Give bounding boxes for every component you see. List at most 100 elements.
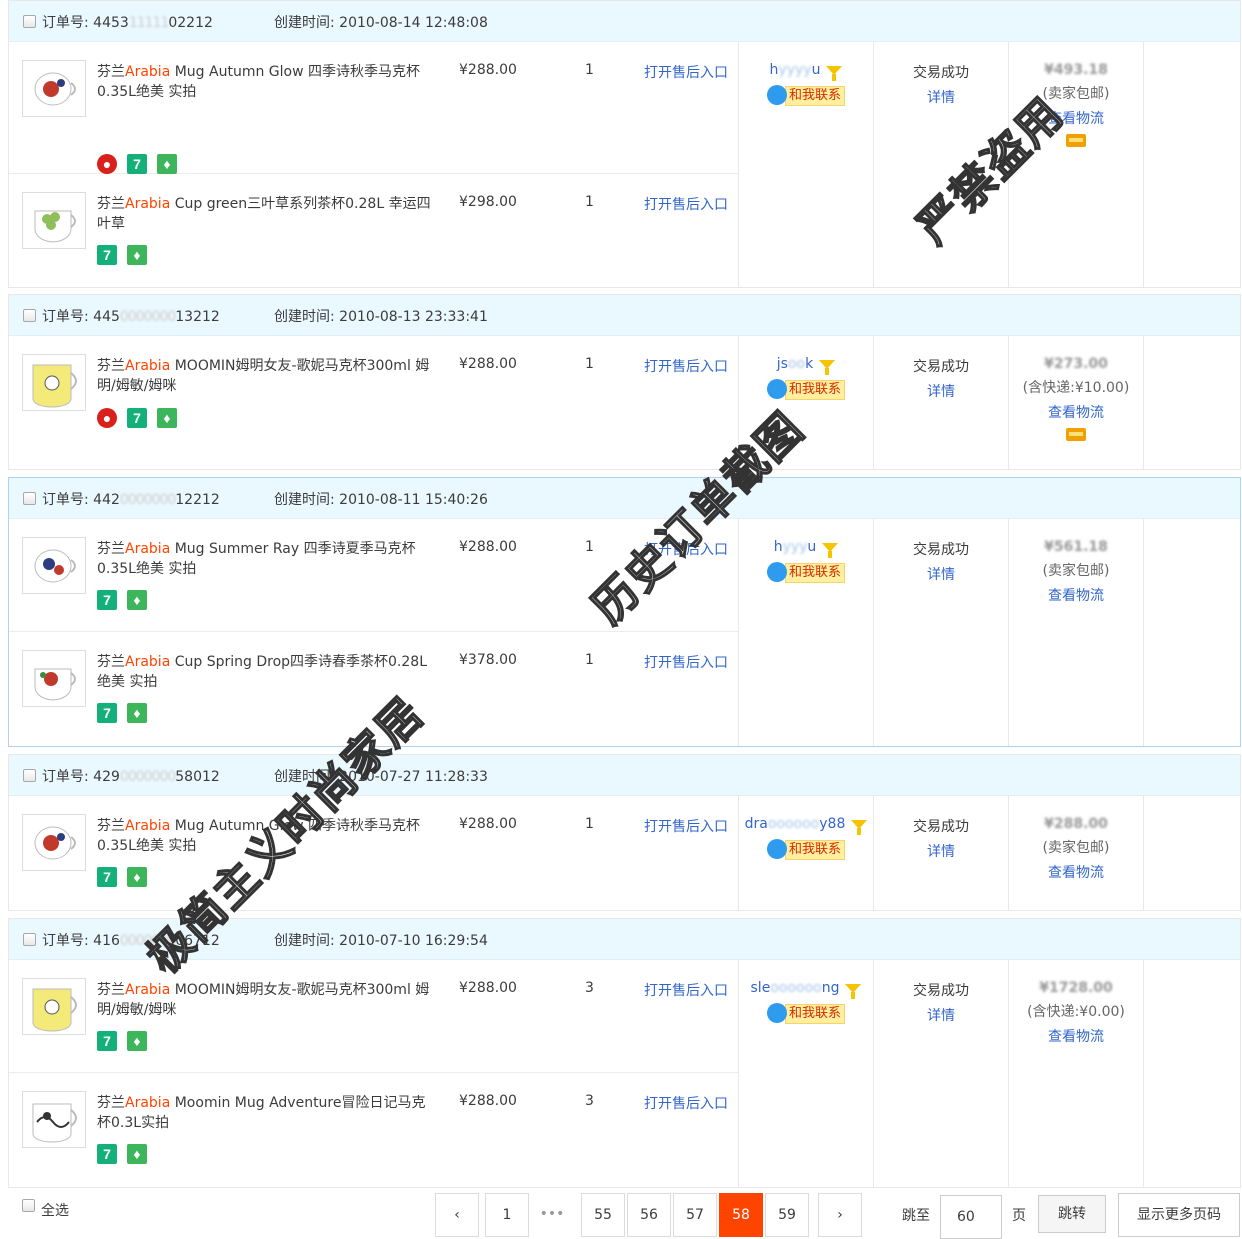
filter-icon[interactable]: [845, 983, 862, 999]
after-sale-link[interactable]: 打开售后入口: [644, 652, 728, 672]
order-checkbox[interactable]: [23, 933, 36, 946]
product-name-link[interactable]: 芬兰Arabia Moomin Mug Adventure冒险日记马克杯0.3L…: [97, 1093, 439, 1133]
after-sale-link[interactable]: 打开售后入口: [644, 816, 728, 836]
product-thumbnail[interactable]: [22, 814, 86, 871]
consumer-protection-icon[interactable]: ♦: [157, 154, 177, 174]
product-name-link[interactable]: 芬兰Arabia Mug Summer Ray 四季诗夏季马克杯0.35L绝美 …: [97, 539, 439, 579]
order-header: 订单号: 445000000013212 创建时间: 2010-08-13 23…: [9, 295, 1240, 336]
page-button[interactable]: 57: [673, 1193, 717, 1237]
consumer-protection-icon[interactable]: ♦: [127, 1144, 147, 1164]
filter-icon[interactable]: [819, 359, 836, 375]
page-button[interactable]: 59: [765, 1193, 809, 1237]
seven-day-return-icon[interactable]: 7: [97, 703, 117, 723]
view-logistics-link[interactable]: 查看物流: [1009, 108, 1143, 128]
contact-me-button[interactable]: 和我联系: [766, 562, 845, 583]
product-thumbnail[interactable]: [22, 978, 86, 1035]
tmall-cat-icon[interactable]: ●: [97, 408, 117, 428]
payment-card-icon[interactable]: [1066, 134, 1086, 147]
view-logistics-link[interactable]: 查看物流: [1009, 402, 1143, 422]
product-thumbnail[interactable]: [22, 650, 86, 707]
jump-button[interactable]: 跳转: [1038, 1195, 1106, 1233]
after-sale-link[interactable]: 打开售后入口: [644, 539, 728, 559]
order-number: 订单号: 416000000006712: [42, 933, 220, 949]
chat-bubble-icon: [766, 839, 787, 859]
chat-bubble-icon: [766, 1003, 787, 1023]
order-checkbox[interactable]: [23, 769, 36, 782]
show-more-pages-button[interactable]: 显示更多页码: [1118, 1193, 1240, 1237]
page-number-input[interactable]: 60: [940, 1195, 1002, 1239]
view-logistics-link[interactable]: 查看物流: [1009, 862, 1143, 882]
status-cell: 交易成功 详情: [874, 42, 1008, 107]
page-button[interactable]: 55: [581, 1193, 625, 1237]
consumer-protection-icon[interactable]: ♦: [127, 590, 147, 610]
buyer-name-link[interactable]: hyyyyu: [770, 62, 821, 78]
page-button[interactable]: 1: [485, 1193, 529, 1237]
order-detail-link[interactable]: 详情: [874, 87, 1008, 107]
payment-card-icon[interactable]: [1066, 428, 1086, 441]
order-card: 订单号: 44531111102212 创建时间: 2010-08-14 12:…: [8, 0, 1241, 288]
order-checkbox[interactable]: [23, 309, 36, 322]
after-sale-link[interactable]: 打开售后入口: [644, 980, 728, 1000]
product-thumbnail[interactable]: [22, 354, 86, 411]
consumer-protection-icon[interactable]: ♦: [127, 703, 147, 723]
order-checkbox[interactable]: [23, 15, 36, 28]
seven-day-return-icon[interactable]: 7: [97, 245, 117, 265]
product-name-link[interactable]: 芬兰Arabia Mug Autumn Glow 四季诗秋季马克杯0.35L绝美…: [97, 62, 439, 102]
status-cell: 交易成功 详情: [874, 960, 1008, 1025]
seven-day-return-icon[interactable]: 7: [97, 1144, 117, 1164]
contact-me-button[interactable]: 和我联系: [766, 85, 845, 106]
order-header: 订单号: 416000000006712 创建时间: 2010-07-10 16…: [9, 919, 1240, 960]
after-sale-link[interactable]: 打开售后入口: [644, 62, 728, 82]
product-name-link[interactable]: 芬兰Arabia Cup green三叶草系列茶杯0.28L 幸运四叶草: [97, 194, 439, 234]
select-all-label[interactable]: 全选: [41, 1200, 69, 1220]
order-header: 订单号: 429000000058012 创建时间: 2010-07-27 11…: [9, 755, 1240, 796]
order-item: 芬兰Arabia MOOMIN姆明女友-歌妮马克杯300ml 姆明/姆敏/姆咪 …: [9, 960, 738, 1073]
contact-me-button[interactable]: 和我联系: [766, 839, 845, 860]
buyer-name-link[interactable]: hyyyu: [774, 539, 817, 555]
seven-day-return-icon[interactable]: 7: [127, 408, 147, 428]
product-thumbnail[interactable]: [22, 60, 86, 117]
product-name-link[interactable]: 芬兰Arabia MOOMIN姆明女友-歌妮马克杯300ml 姆明/姆敏/姆咪: [97, 980, 439, 1020]
consumer-protection-icon[interactable]: ♦: [127, 1031, 147, 1051]
select-all-checkbox[interactable]: [22, 1199, 35, 1212]
product-name-link[interactable]: 芬兰Arabia Mug Autumn Glow 四季诗秋季马克杯0.35L绝美…: [97, 816, 439, 856]
order-detail-link[interactable]: 详情: [874, 841, 1008, 861]
order-created-time: 创建时间: 2010-08-14 12:48:08: [274, 15, 488, 31]
tmall-cat-icon[interactable]: ●: [97, 154, 117, 174]
seven-day-return-icon[interactable]: 7: [97, 590, 117, 610]
filter-icon[interactable]: [851, 819, 868, 835]
contact-me-button[interactable]: 和我联系: [766, 1003, 845, 1024]
filter-icon[interactable]: [826, 65, 843, 81]
order-item: 芬兰Arabia MOOMIN姆明女友-歌妮马克杯300ml 姆明/姆敏/姆咪 …: [9, 336, 738, 469]
buyer-name-link[interactable]: jsook: [777, 356, 813, 372]
order-detail-link[interactable]: 详情: [874, 381, 1008, 401]
contact-me-button[interactable]: 和我联系: [766, 379, 845, 400]
product-thumbnail[interactable]: [22, 192, 86, 249]
seven-day-return-icon[interactable]: 7: [97, 1031, 117, 1051]
product-name-link[interactable]: 芬兰Arabia MOOMIN姆明女友-歌妮马克杯300ml 姆明/姆敏/姆咪: [97, 356, 439, 396]
current-page-button[interactable]: 58: [719, 1193, 763, 1237]
product-thumbnail[interactable]: [22, 1091, 86, 1148]
consumer-protection-icon[interactable]: ♦: [127, 867, 147, 887]
after-sale-link[interactable]: 打开售后入口: [644, 194, 728, 214]
after-sale-link[interactable]: 打开售后入口: [644, 1093, 728, 1113]
buyer-name-link[interactable]: draooooooy88: [745, 816, 846, 832]
view-logistics-link[interactable]: 查看物流: [1009, 1026, 1143, 1046]
seven-day-return-icon[interactable]: 7: [97, 867, 117, 887]
view-logistics-link[interactable]: 查看物流: [1009, 585, 1143, 605]
buyer-name-link[interactable]: sleoooooong: [751, 980, 840, 996]
product-thumbnail[interactable]: [22, 537, 86, 594]
prev-page-button[interactable]: ‹: [435, 1193, 479, 1237]
consumer-protection-icon[interactable]: ♦: [157, 408, 177, 428]
order-checkbox[interactable]: [23, 492, 36, 505]
seven-day-return-icon[interactable]: 7: [127, 154, 147, 174]
item-quantity: 1: [585, 816, 594, 832]
order-detail-link[interactable]: 详情: [874, 564, 1008, 584]
filter-icon[interactable]: [822, 542, 839, 558]
page-button[interactable]: 56: [627, 1193, 671, 1237]
order-detail-link[interactable]: 详情: [874, 1005, 1008, 1025]
after-sale-link[interactable]: 打开售后入口: [644, 356, 728, 376]
next-page-button[interactable]: ›: [818, 1193, 862, 1237]
consumer-protection-icon[interactable]: ♦: [127, 245, 147, 265]
product-name-link[interactable]: 芬兰Arabia Cup Spring Drop四季诗春季茶杯0.28L绝美 实…: [97, 652, 439, 692]
